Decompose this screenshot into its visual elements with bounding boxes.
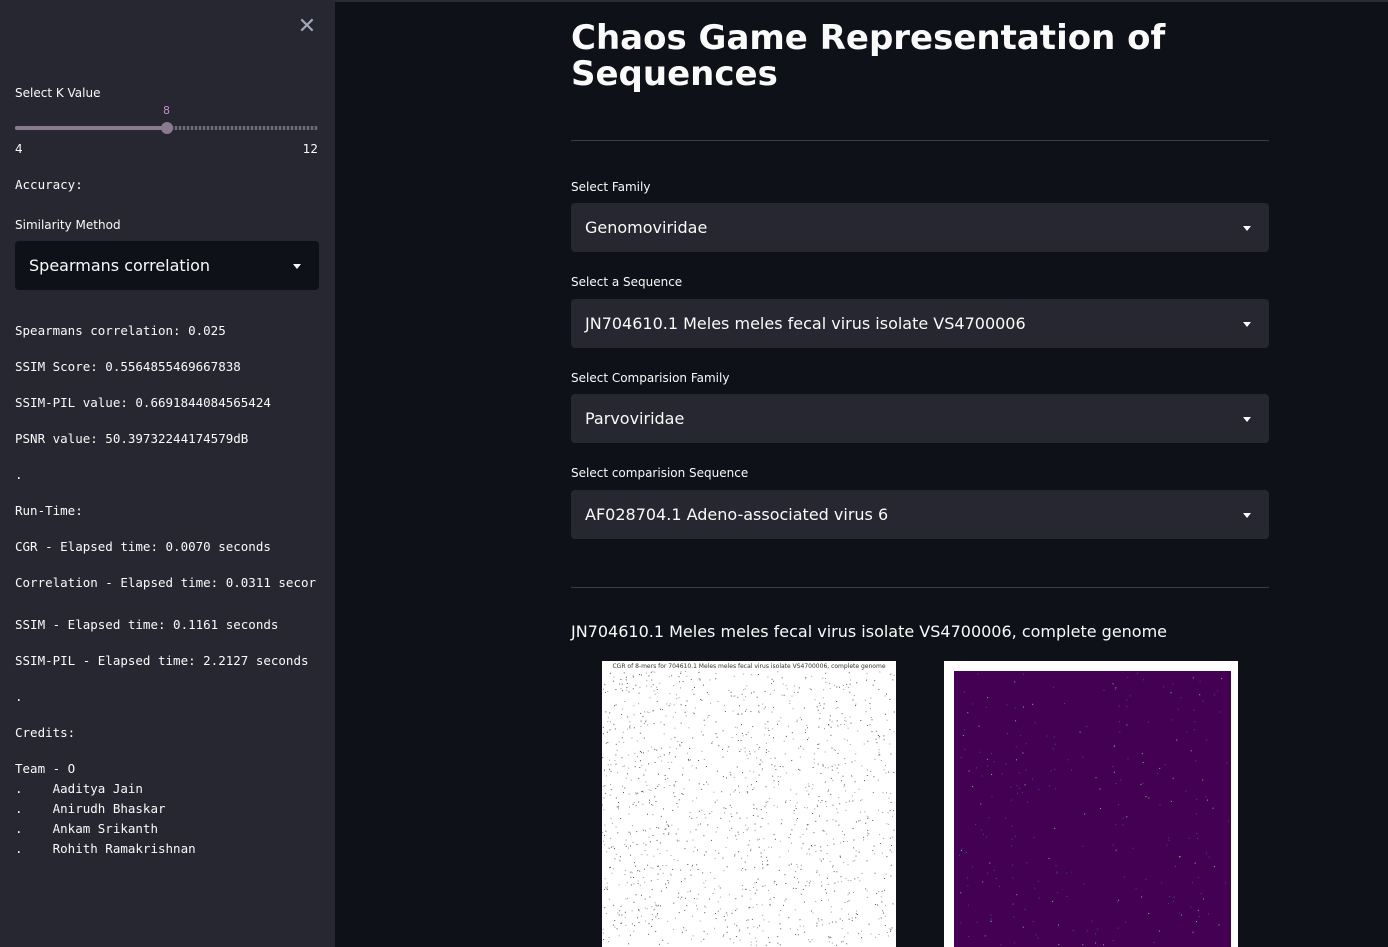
divider (571, 587, 1269, 588)
divider (571, 140, 1269, 141)
slider-max-label: 12 (302, 142, 318, 156)
close-icon[interactable]: ✕ (296, 16, 318, 38)
cgr-dot-pattern (602, 671, 895, 946)
metric-ssim: SSIM Score: 0.5564855469667838 (15, 359, 241, 374)
comparison-sequence-select[interactable]: AF028704.1 Adeno-associated virus 6 (571, 490, 1269, 539)
slider-min-label: 4 (15, 142, 23, 156)
chevron-down-icon (293, 263, 301, 269)
result-caption: JN704610.1 Meles meles fecal virus isola… (571, 622, 1168, 641)
team-member: . Aaditya Jain (15, 781, 143, 796)
sequence-select-value: JN704610.1 Meles meles fecal virus isola… (585, 314, 1026, 333)
family-select[interactable]: Genomoviridae (571, 203, 1269, 252)
slider-fill (15, 126, 167, 130)
runtime-correlation: Correlation - Elapsed time: 0.0311 secor (15, 575, 317, 590)
runtime-ssim-pil: SSIM-PIL - Elapsed time: 2.2127 seconds (15, 653, 309, 668)
similarity-method-value: Spearmans correlation (29, 256, 211, 275)
runtime-cgr: CGR - Elapsed time: 0.0070 seconds (15, 539, 271, 554)
family-select-value: Genomoviridae (585, 218, 708, 237)
heatmap-plot-area (954, 671, 1231, 947)
similarity-method-select[interactable]: Spearmans correlation (15, 241, 319, 290)
metric-psnr: PSNR value: 50.39732244174579dB (15, 431, 249, 446)
chevron-down-icon (1243, 225, 1251, 231)
comparison-sequence-value: AF028704.1 Adeno-associated virus 6 (585, 505, 889, 524)
team-member: . Anirudh Bhaskar (15, 801, 166, 816)
slider-thumb[interactable] (160, 122, 173, 134)
slider-value: 8 (163, 104, 170, 117)
chevron-down-icon (1243, 321, 1251, 327)
team-member: . Ankam Srikanth (15, 821, 158, 836)
comparison-family-value: Parvoviridae (585, 409, 685, 428)
k-value-slider[interactable] (15, 122, 318, 134)
team-name: Team - O (15, 761, 76, 776)
heatmap-image (944, 661, 1238, 947)
runtime-label: Run-Time: (15, 503, 83, 518)
select-sequence-label: Select a Sequence (571, 275, 683, 289)
separator-dot: . (15, 467, 23, 482)
heatmap-dot-pattern (958, 672, 1229, 946)
credits-label: Credits: (15, 725, 76, 740)
runtime-ssim: SSIM - Elapsed time: 0.1161 seconds (15, 617, 279, 632)
team-member: . Rohith Ramakrishnan (15, 841, 196, 856)
select-comparison-family-label: Select Comparision Family (571, 371, 730, 385)
select-comparison-sequence-label: Select comparision Sequence (571, 466, 749, 480)
separator-dot: . (15, 689, 23, 704)
sidebar: ✕ Select K Value 8 4 12 Accuracy: Simila… (0, 0, 335, 947)
k-value-label: Select K Value (15, 86, 101, 100)
chevron-down-icon (1243, 512, 1251, 518)
similarity-method-label: Similarity Method (15, 218, 121, 232)
select-family-label: Select Family (571, 180, 651, 194)
sequence-select[interactable]: JN704610.1 Meles meles fecal virus isola… (571, 299, 1269, 348)
comparison-family-select[interactable]: Parvoviridae (571, 394, 1269, 443)
metric-ssim-pil: SSIM-PIL value: 0.6691844084565424 (15, 395, 271, 410)
metric-spearman: Spearmans correlation: 0.025 (15, 323, 226, 338)
cgr-image: CGR of 8-mers for 704610.1 Meles meles f… (602, 661, 896, 947)
accuracy-label: Accuracy: (15, 177, 83, 192)
chevron-down-icon (1243, 416, 1251, 422)
page-title: Chaos Game Representation of Sequences (571, 18, 1166, 94)
